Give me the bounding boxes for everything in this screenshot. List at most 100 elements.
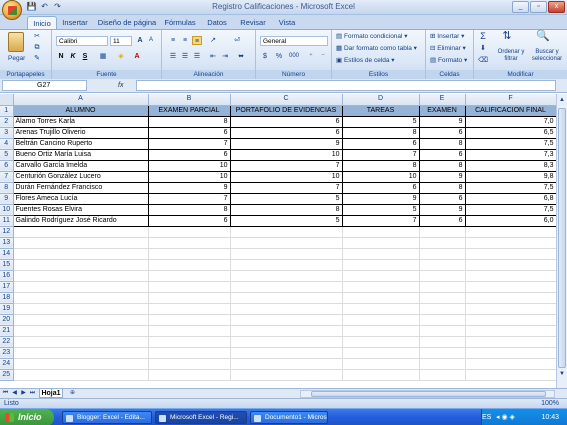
row-header[interactable]: 23 <box>0 347 14 359</box>
header-cell[interactable]: CALIFICACION FINAL <box>464 104 557 117</box>
row-header[interactable]: 21 <box>0 325 14 337</box>
row-header[interactable]: 25 <box>0 369 14 381</box>
empty-cell[interactable] <box>230 369 343 381</box>
row-header[interactable]: 10 <box>0 204 14 216</box>
empty-cell[interactable] <box>13 325 149 337</box>
table-cell[interactable]: Álamo Torres Karla <box>12 115 149 128</box>
row-header[interactable]: 7 <box>0 171 14 183</box>
empty-cell[interactable] <box>148 281 231 293</box>
tab-inicio[interactable]: Inicio <box>27 16 57 29</box>
sheet-tab-hoja1[interactable]: Hoja1 <box>39 389 63 398</box>
header-cell[interactable]: EXAMEN <box>418 104 466 117</box>
empty-cell[interactable] <box>465 292 557 304</box>
row-header[interactable]: 16 <box>0 270 14 282</box>
empty-cell[interactable] <box>13 303 149 315</box>
column-header-b[interactable]: B <box>148 94 231 106</box>
row-header[interactable]: 13 <box>0 237 14 249</box>
empty-cell[interactable] <box>419 336 466 348</box>
find-select-label[interactable]: Buscar y seleccionar <box>528 49 566 63</box>
table-cell[interactable]: 5 <box>229 214 343 227</box>
empty-cell[interactable] <box>13 369 149 381</box>
table-cell[interactable]: 6,8 <box>464 192 557 205</box>
next-sheet-icon[interactable]: ▶ <box>19 389 28 398</box>
table-cell[interactable]: 7 <box>147 137 231 150</box>
row-header[interactable]: 5 <box>0 149 14 161</box>
row-header[interactable]: 24 <box>0 358 14 370</box>
empty-cell[interactable] <box>342 358 420 370</box>
table-cell[interactable]: 8 <box>341 159 420 172</box>
empty-cell[interactable] <box>230 314 343 326</box>
last-sheet-icon[interactable]: ⏭ <box>28 389 37 398</box>
table-cell[interactable]: 7,0 <box>464 115 557 128</box>
first-sheet-icon[interactable]: ⏮ <box>1 389 10 398</box>
table-cell[interactable]: 8 <box>229 203 343 216</box>
task-word[interactable]: Documento1 - Micros... <box>250 411 328 424</box>
fill-color-icon[interactable]: ◈ <box>116 52 126 61</box>
table-cell[interactable]: Fuentes Rosas Elvira <box>12 203 149 216</box>
font-color-icon[interactable]: A <box>132 52 142 61</box>
empty-cell[interactable] <box>13 314 149 326</box>
sort-filter-label[interactable]: Ordenar y filtrar <box>496 49 526 63</box>
empty-cell[interactable] <box>465 347 557 359</box>
table-cell[interactable]: 6 <box>418 192 466 205</box>
tab-formulas[interactable]: Fórmulas <box>162 16 198 29</box>
empty-cell[interactable] <box>342 314 420 326</box>
empty-cell[interactable] <box>465 358 557 370</box>
number-format-select[interactable]: General <box>260 36 328 46</box>
empty-cell[interactable] <box>230 358 343 370</box>
task-excel[interactable]: Microsoft Excel - Regi... <box>155 411 247 424</box>
table-cell[interactable]: 9 <box>418 203 466 216</box>
table-cell[interactable]: 7 <box>229 181 343 194</box>
increase-decimal-icon[interactable]: ⁺ <box>306 52 316 61</box>
cut-icon[interactable]: ✂ <box>32 32 42 41</box>
header-cell[interactable]: PORTAFOLIO DE EVIDENCIAS <box>229 104 343 117</box>
bold-button[interactable]: N <box>56 52 66 61</box>
empty-cell[interactable] <box>13 248 149 260</box>
row-header[interactable]: 14 <box>0 248 14 260</box>
currency-icon[interactable]: $ <box>260 52 270 61</box>
empty-cell[interactable] <box>342 259 420 271</box>
table-cell[interactable]: 6 <box>341 181 420 194</box>
row-header[interactable]: 18 <box>0 292 14 304</box>
horizontal-scroll-thumb[interactable] <box>311 391 546 397</box>
empty-cell[interactable] <box>465 369 557 381</box>
empty-cell[interactable] <box>230 336 343 348</box>
table-cell[interactable]: 10 <box>229 148 343 161</box>
table-cell[interactable]: 7,5 <box>464 203 557 216</box>
name-box[interactable]: G27 <box>2 80 87 91</box>
empty-cell[interactable] <box>419 369 466 381</box>
table-cell[interactable]: 6 <box>341 137 420 150</box>
empty-cell[interactable] <box>13 292 149 304</box>
empty-cell[interactable] <box>419 270 466 282</box>
column-header-a[interactable]: A <box>13 94 149 106</box>
tab-diseno[interactable]: Diseño de página <box>96 16 158 29</box>
empty-cell[interactable] <box>230 325 343 337</box>
empty-cell[interactable] <box>148 303 231 315</box>
conditional-format-button[interactable]: ▤ Formato condicional ▾ <box>336 32 408 41</box>
empty-cell[interactable] <box>230 259 343 271</box>
table-cell[interactable]: Arenas Trujillo Oliverio <box>12 126 149 139</box>
row-header[interactable]: 4 <box>0 138 14 150</box>
table-cell[interactable]: Bueno Ortiz María Luisa <box>12 148 149 161</box>
underline-button[interactable]: S <box>80 52 90 61</box>
merge-center-icon[interactable]: ⬌ <box>236 52 246 61</box>
table-cell[interactable]: 7 <box>341 214 420 227</box>
tab-insertar[interactable]: Insertar <box>59 16 91 29</box>
select-all-corner[interactable] <box>0 94 14 106</box>
insert-sheet-icon[interactable]: ⊕ <box>66 389 79 398</box>
column-header-c[interactable]: C <box>230 94 343 106</box>
empty-cell[interactable] <box>148 292 231 304</box>
office-button[interactable] <box>2 0 22 20</box>
scroll-down-icon[interactable]: ▼ <box>558 370 566 379</box>
format-painter-icon[interactable]: ✎ <box>32 54 42 63</box>
table-cell[interactable]: 9 <box>341 192 420 205</box>
table-cell[interactable]: 6 <box>418 148 466 161</box>
align-bottom-icon[interactable]: ≡ <box>192 36 202 45</box>
table-cell[interactable]: 7,5 <box>464 137 557 150</box>
header-cell[interactable]: TAREAS <box>341 104 420 117</box>
table-cell[interactable]: 6 <box>229 115 343 128</box>
empty-cell[interactable] <box>342 237 420 249</box>
table-cell[interactable]: 8 <box>341 126 420 139</box>
fill-icon[interactable]: ⬇ <box>478 44 488 53</box>
table-cell[interactable]: 8 <box>147 203 231 216</box>
